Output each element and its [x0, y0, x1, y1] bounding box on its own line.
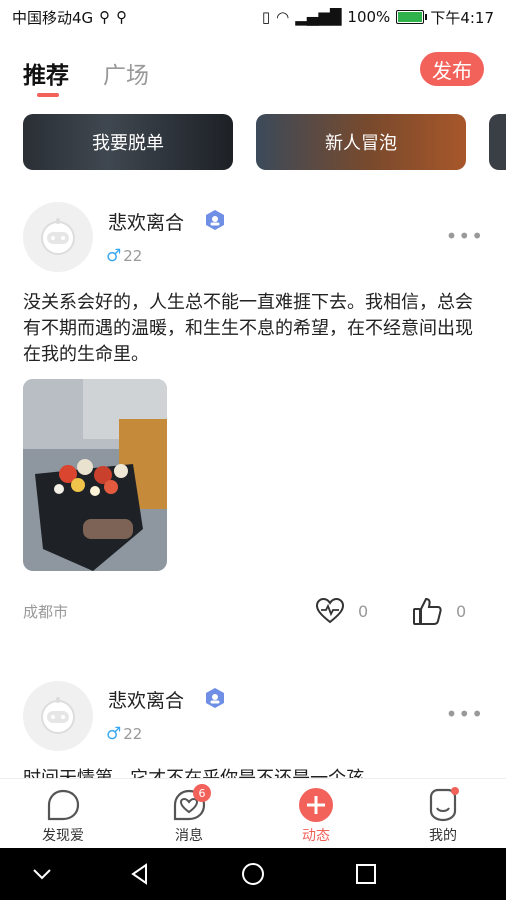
avatar[interactable] — [23, 202, 93, 272]
system-nav-bar — [0, 848, 506, 900]
banner-find-partner[interactable]: 我要脱单 — [23, 114, 233, 170]
nav-feed[interactable]: 动态 — [253, 779, 379, 849]
post-card[interactable]: 悲欢离合 ♂ 22 ••• 时间天情第...它才不在乎你是不还是一个孩 — [0, 680, 506, 778]
verified-badge-icon — [206, 688, 224, 708]
recents-icon[interactable] — [354, 862, 378, 886]
nav-messages[interactable]: 6 消息 — [126, 779, 252, 849]
gender-age: ♂ 22 — [106, 246, 142, 266]
vibrate-icon: ▯ — [261, 8, 271, 26]
male-icon: ♂ — [106, 724, 122, 744]
age: 22 — [123, 247, 143, 265]
nav-profile[interactable]: 我的 — [380, 779, 506, 849]
message-badge: 6 — [193, 784, 211, 802]
male-icon: ♂ — [106, 246, 122, 266]
nav-label: 我的 — [429, 828, 457, 844]
post-card[interactable]: 悲欢离合 ♂ 22 ••• 没关系会好的，人生总不能一直难捱下去。我相信，总会有… — [0, 200, 506, 640]
profile-icon — [425, 787, 461, 823]
publish-button[interactable]: 发布 — [420, 52, 484, 86]
battery-percent: 100% — [347, 8, 391, 26]
like-count: 0 — [358, 601, 369, 621]
nav-discover[interactable]: 发现爱 — [0, 779, 126, 849]
post-content: 没关系会好的，人生总不能一直难捱下去。我相信，总会有不期而遇的温暖，和生生不息的… — [23, 292, 473, 365]
bottom-nav: 发现爱 6 消息 动态 我的 — [0, 778, 506, 849]
status-bar: 中国移动4G ⚲ ⚲ ▯ ◠ ▂▄▆█ 100% 下午4:17 — [0, 0, 506, 34]
robot-avatar-icon — [41, 218, 75, 255]
wifi-icon: ◠ — [276, 8, 290, 26]
clock: 下午4:17 — [430, 8, 494, 27]
battery-icon — [396, 10, 428, 24]
thumbs-up-icon — [413, 597, 442, 625]
tab-plaza[interactable]: 广场 — [103, 56, 149, 90]
banner-newcomer[interactable]: 新人冒泡 — [256, 114, 466, 170]
username[interactable]: 悲欢离合 — [108, 208, 184, 235]
banner-carousel[interactable]: 我要脱单 新人冒泡 — [0, 114, 506, 170]
nav-label: 消息 — [175, 828, 203, 844]
post-photo[interactable] — [23, 379, 167, 571]
chevron-down-icon[interactable] — [30, 862, 54, 886]
active-tab-indicator — [37, 93, 59, 97]
thumb-action[interactable]: 0 — [412, 597, 466, 625]
flower-bouquet-photo — [23, 379, 167, 571]
verified-badge-icon — [206, 210, 224, 230]
status-right: ▯ ◠ ▂▄▆█ 100% 下午4:17 — [262, 7, 494, 28]
banner-label: 新人冒泡 — [325, 133, 397, 154]
avatar[interactable] — [23, 681, 93, 751]
banner-label: 我要脱单 — [92, 133, 164, 154]
robot-avatar-icon — [41, 697, 75, 734]
heart-action[interactable]: 0 — [316, 598, 368, 624]
tab-recommend[interactable]: 推荐 — [23, 56, 69, 90]
post-content: 时间天情第...它才不在乎你是不还是一个孩 — [23, 766, 483, 778]
discover-icon — [45, 787, 81, 823]
home-icon[interactable] — [241, 862, 265, 886]
heartbeat-icon — [316, 598, 344, 624]
nav-label: 动态 — [302, 828, 330, 844]
usb-icon-2: ⚲ — [116, 8, 128, 26]
more-options-icon[interactable]: ••• — [446, 224, 484, 248]
heart-message-icon: 6 — [171, 784, 211, 823]
thumb-count: 0 — [456, 601, 467, 621]
plus-icon — [298, 787, 334, 823]
username[interactable]: 悲欢离合 — [108, 686, 184, 713]
more-options-icon[interactable]: ••• — [446, 702, 484, 726]
banner-partial[interactable] — [489, 114, 506, 170]
age: 22 — [123, 725, 143, 743]
back-icon[interactable] — [128, 862, 152, 886]
signal-icon: ▂▄▆█ — [295, 8, 342, 26]
carrier-label: 中国移动4G — [12, 8, 94, 27]
gender-age: ♂ 22 — [106, 724, 142, 744]
status-left: 中国移动4G ⚲ ⚲ — [12, 7, 127, 28]
notification-dot — [451, 787, 459, 795]
nav-label: 发现爱 — [42, 828, 84, 844]
usb-icon: ⚲ — [99, 8, 111, 26]
post-location: 成都市 — [23, 603, 69, 621]
